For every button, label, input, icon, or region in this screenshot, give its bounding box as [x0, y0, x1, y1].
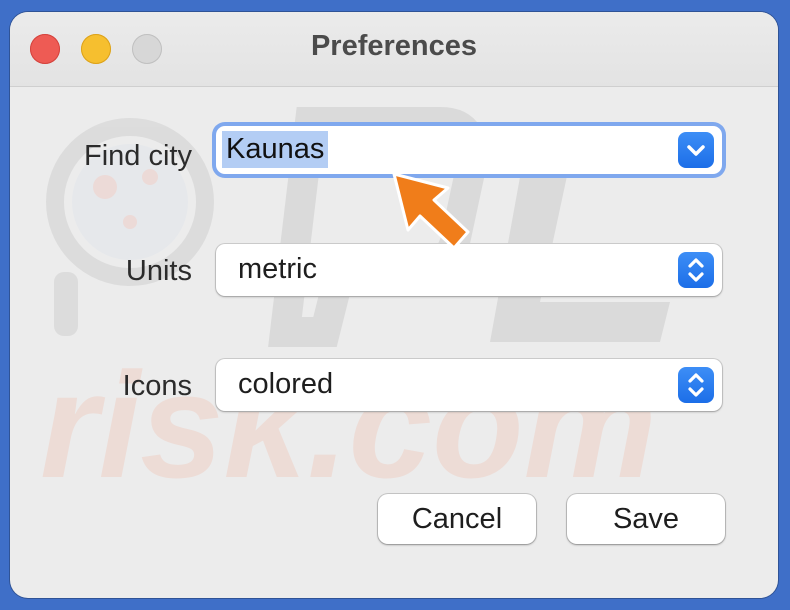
icons-select[interactable]: colored	[216, 359, 722, 411]
units-value: metric	[238, 253, 317, 285]
chevron-down-icon[interactable]	[678, 132, 714, 168]
preferences-window: Preferences risk.com Find city Kaunas Un…	[10, 12, 778, 598]
icons-label: Icons	[122, 370, 192, 402]
find-city-label: Find city	[84, 140, 192, 172]
up-down-chevron-icon[interactable]	[678, 367, 714, 403]
find-city-combobox[interactable]: Kaunas	[216, 126, 722, 174]
cancel-button[interactable]: Cancel	[378, 494, 536, 544]
save-button[interactable]: Save	[567, 494, 725, 544]
arrow-cursor-icon	[392, 172, 470, 250]
up-down-chevron-icon[interactable]	[678, 252, 714, 288]
units-label: Units	[125, 255, 192, 287]
window-title: Preferences	[310, 30, 478, 62]
title-bar: Preferences	[10, 12, 778, 87]
icons-value: colored	[238, 368, 334, 400]
find-city-input[interactable]: Kaunas	[222, 131, 329, 168]
